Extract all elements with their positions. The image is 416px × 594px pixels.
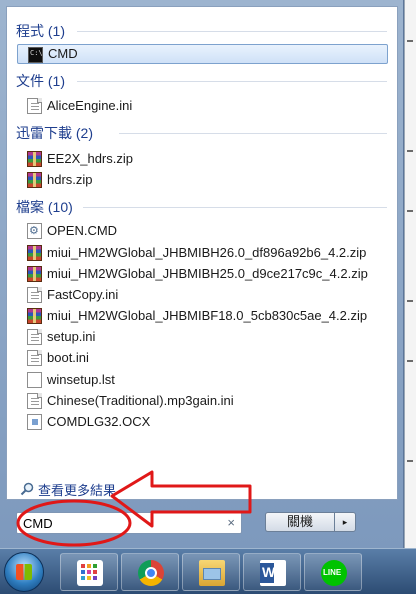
result-label: setup.ini (47, 329, 96, 344)
group-header-thunder-downloads[interactable]: 迅雷下載 (2) (16, 123, 93, 143)
result-item[interactable]: AliceEngine.ini (17, 96, 388, 116)
winrar-archive-icon (27, 245, 42, 261)
cmd-script-icon (27, 221, 42, 241)
result-label: COMDLG32.OCX (47, 414, 151, 429)
divider (77, 31, 387, 32)
winrar-archive-icon (27, 151, 42, 167)
taskbar-file-explorer[interactable] (182, 553, 240, 591)
text-file-icon (27, 372, 42, 388)
result-item-cmd[interactable]: CMD (17, 44, 388, 64)
result-item[interactable]: COMDLG32.OCX (17, 412, 388, 432)
ini-file-icon (27, 287, 42, 303)
result-label: AliceEngine.ini (47, 98, 133, 113)
winrar-archive-icon (27, 266, 42, 282)
ini-file-icon (27, 329, 42, 345)
shutdown-button[interactable]: 關機 (265, 512, 334, 532)
taskbar-app-grid[interactable] (60, 553, 118, 591)
chrome-icon (138, 560, 164, 586)
start-button-icon[interactable] (4, 552, 44, 592)
ocx-file-icon (27, 414, 42, 430)
result-item[interactable]: miui_HM2WGlobal_JHBMIBH25.0_d9ce217c9c_4… (17, 264, 388, 284)
result-label: EE2X_hdrs.zip (47, 151, 133, 166)
taskbar-word[interactable] (243, 553, 301, 591)
start-menu: 程式 (1) CMD 文件 (1) AliceEngine.ini 迅雷下載 (… (0, 0, 404, 548)
result-label: winsetup.lst (47, 372, 115, 387)
result-item[interactable]: FastCopy.ini (17, 285, 388, 305)
ini-file-icon (27, 350, 42, 366)
result-label: Chinese(Traditional).mp3gain.ini (47, 393, 234, 408)
result-item[interactable]: winsetup.lst (17, 370, 388, 390)
result-item[interactable]: miui_HM2WGlobal_JHBMIBH26.0_df896a92b6_4… (17, 243, 388, 263)
result-item[interactable]: Chinese(Traditional).mp3gain.ini (17, 391, 388, 411)
result-label: CMD (48, 46, 78, 61)
magnifier-icon (20, 482, 34, 496)
result-label: miui_HM2WGlobal_JHBMIBH25.0_d9ce217c9c_4… (47, 266, 368, 281)
result-item[interactable]: miui_HM2WGlobal_JHBMIBF18.0_5cb830c5ae_4… (17, 306, 388, 326)
result-item[interactable]: OPEN.CMD (17, 221, 388, 241)
app-grid-icon (77, 560, 103, 586)
result-label: OPEN.CMD (47, 223, 118, 238)
ini-file-icon (27, 98, 42, 114)
divider (83, 207, 387, 208)
background-window-edge (404, 0, 416, 548)
shutdown-options-arrow-icon[interactable]: ▸ (334, 512, 356, 532)
result-label: miui_HM2WGlobal_JHBMIBH26.0_df896a92b6_4… (47, 245, 367, 260)
group-header-programs[interactable]: 程式 (1) (16, 21, 65, 41)
ini-file-icon (27, 393, 42, 409)
taskbar-chrome[interactable] (121, 553, 179, 591)
annotation-circle-shape (16, 499, 132, 547)
line-icon (321, 560, 347, 586)
result-label: miui_HM2WGlobal_JHBMIBF18.0_5cb830c5ae_4… (47, 308, 368, 323)
result-label: FastCopy.ini (47, 287, 119, 302)
winrar-archive-icon (27, 172, 42, 188)
result-item[interactable]: EE2X_hdrs.zip (17, 149, 388, 169)
search-results-panel: 程式 (1) CMD 文件 (1) AliceEngine.ini 迅雷下載 (… (6, 6, 398, 500)
result-item[interactable]: boot.ini (17, 348, 388, 368)
divider (77, 81, 387, 82)
group-header-files[interactable]: 檔案 (10) (16, 197, 73, 217)
winrar-archive-icon (27, 308, 42, 324)
result-label: boot.ini (47, 350, 89, 365)
divider (119, 133, 387, 134)
result-item[interactable]: setup.ini (17, 327, 388, 347)
word-icon (260, 560, 286, 586)
group-header-documents[interactable]: 文件 (1) (16, 71, 65, 91)
file-explorer-icon (199, 560, 225, 586)
cmd-icon (28, 44, 43, 63)
taskbar-line[interactable] (304, 553, 362, 591)
result-label: hdrs.zip (47, 172, 93, 187)
taskbar (0, 548, 416, 594)
result-item[interactable]: hdrs.zip (17, 170, 388, 190)
